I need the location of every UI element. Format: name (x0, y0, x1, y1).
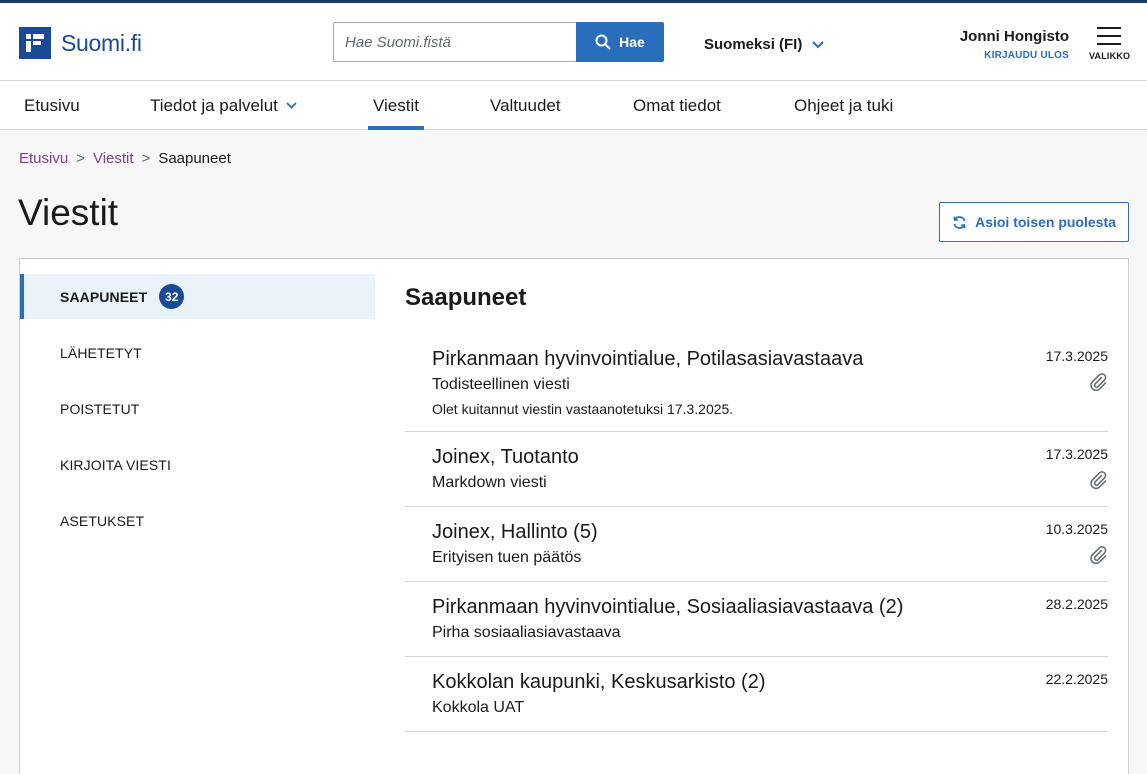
message-subject: Erityisen tuen päätös (432, 549, 582, 566)
sidebar-item-poistetut[interactable]: POISTETUT (20, 386, 375, 431)
message-date: 17.3.2025 (1045, 348, 1108, 364)
hamburger-icon (1097, 27, 1121, 29)
breadcrumb-separator: > (141, 150, 151, 167)
breadcrumb-link-etusivu[interactable]: Etusivu (19, 150, 68, 167)
nav-item-tiedot-ja-palvelut[interactable]: Tiedot ja palvelut (150, 81, 297, 130)
breadcrumb-link-viestit[interactable]: Viestit (93, 150, 134, 167)
nav-item-etusivu[interactable]: Etusivu (24, 81, 80, 130)
message-sender: Pirkanmaan hyvinvointialue, Potilasasiav… (432, 348, 864, 370)
message-item[interactable]: Joinex, Hallinto (5) Erityisen tuen päät… (405, 507, 1108, 582)
message-item[interactable]: Joinex, Tuotanto Markdown viesti 17.3.20… (405, 432, 1108, 507)
sidebar-item-kirjoita-viesti[interactable]: KIRJOITA VIESTI (20, 442, 375, 487)
page-title: Viestit (18, 192, 119, 233)
message-sender: Joinex, Hallinto (5) (432, 521, 598, 543)
messages-sidebar: SAAPUNEET 32 LÄHETETYT POISTETUT KIRJOIT… (20, 274, 375, 554)
breadcrumb-current: Saapuneet (158, 150, 231, 167)
sidebar-item-label: ASETUKSET (60, 512, 145, 529)
chevron-down-icon (812, 40, 825, 48)
message-sender: Pirkanmaan hyvinvointialue, Sosiaaliasia… (432, 596, 904, 618)
message-item[interactable]: Kokkolan kaupunki, Keskusarkisto (2) Kok… (405, 657, 1108, 732)
breadcrumb-separator: > (76, 150, 85, 167)
suomifi-logo[interactable]: Suomi.fi (19, 27, 142, 59)
search-input[interactable] (333, 22, 576, 62)
language-label: Suomeksi (FI) (704, 36, 803, 53)
language-selector[interactable]: Suomeksi (FI) (704, 36, 825, 53)
menu-label: VALIKKO (1089, 51, 1131, 61)
chevron-down-icon (286, 102, 297, 109)
refresh-icon (953, 215, 966, 229)
attachment-icon (1090, 471, 1107, 489)
sidebar-item-asetukset[interactable]: ASETUKSET (20, 498, 375, 543)
logo-text: Suomi.fi (61, 29, 142, 56)
search-form: Hae (333, 22, 664, 62)
message-sender: Joinex, Tuotanto (432, 446, 579, 468)
breadcrumb: Etusivu > Viestit > Saapuneet (19, 150, 231, 167)
message-date: 10.3.2025 (1045, 521, 1108, 537)
nav-item-valtuudet[interactable]: Valtuudet (490, 81, 561, 130)
sidebar-item-label: SAAPUNEET (60, 288, 148, 305)
nav-item-label: Viestit (373, 95, 419, 115)
sidebar-item-lahetetyt[interactable]: LÄHETETYT (20, 330, 375, 375)
sidebar-item-label: KIRJOITA VIESTI (60, 456, 171, 473)
nav-item-viestit[interactable]: Viestit (368, 81, 424, 130)
message-date: 22.2.2025 (1045, 671, 1108, 687)
search-button[interactable]: Hae (576, 22, 664, 62)
suomifi-logo-icon (19, 27, 51, 59)
nav-item-label: Valtuudet (490, 95, 561, 115)
message-subject: Kokkola UAT (432, 699, 525, 716)
unread-count-badge: 32 (159, 284, 185, 309)
act-on-behalf-button[interactable]: Asioi toisen puolesta (939, 202, 1129, 242)
hamburger-icon-line (1097, 43, 1121, 45)
act-on-behalf-label: Asioi toisen puolesta (975, 214, 1116, 230)
sidebar-item-label: LÄHETETYT (60, 344, 142, 361)
message-date: 28.2.2025 (1045, 596, 1108, 612)
hamburger-icon-line (1097, 35, 1121, 37)
user-name: Jonni Hongisto (959, 28, 1069, 45)
message-item[interactable]: Pirkanmaan hyvinvointialue, Potilasasiav… (405, 334, 1108, 432)
message-subject: Todisteellinen viesti (432, 376, 570, 393)
top-header: Suomi.fi Hae Suomeksi (FI) Jonni Hongist… (0, 0, 1147, 81)
menu-button[interactable]: VALIKKO (1089, 27, 1131, 61)
attachment-icon (1090, 546, 1107, 564)
message-receipt-note: Olet kuitannut viestin vastaanotetuksi 1… (432, 401, 734, 417)
nav-item-label: Tiedot ja palvelut (150, 95, 278, 115)
search-icon (595, 34, 611, 50)
nav-item-label: Omat tiedot (633, 95, 721, 115)
nav-item-label: Etusivu (24, 95, 80, 115)
main-nav: Etusivu Tiedot ja palvelut Viestit Valtu… (0, 81, 1147, 130)
inbox-heading: Saapuneet (405, 284, 527, 311)
user-info: Jonni Hongisto KIRJAUDU ULOS (960, 28, 1069, 61)
message-subject: Markdown viesti (432, 474, 547, 491)
message-sender: Kokkolan kaupunki, Keskusarkisto (2) (432, 671, 766, 693)
message-subject: Pirha sosiaaliasiavastaava (432, 624, 621, 641)
nav-item-ohjeet-ja-tuki[interactable]: Ohjeet ja tuki (794, 81, 893, 130)
sidebar-item-saapuneet[interactable]: SAAPUNEET 32 (20, 274, 375, 319)
message-date: 17.3.2025 (1045, 446, 1108, 462)
attachment-icon (1090, 373, 1107, 391)
inbox-content: Saapuneet Pirkanmaan hyvinvointialue, Po… (405, 259, 1108, 732)
nav-item-label: Ohjeet ja tuki (794, 95, 894, 115)
message-item[interactable]: Pirkanmaan hyvinvointialue, Sosiaaliasia… (405, 582, 1108, 657)
sidebar-item-label: POISTETUT (60, 400, 140, 417)
nav-item-omat-tiedot[interactable]: Omat tiedot (633, 81, 721, 130)
search-button-label: Hae (619, 34, 645, 50)
messages-panel: SAAPUNEET 32 LÄHETETYT POISTETUT KIRJOIT… (19, 258, 1129, 774)
logout-link[interactable]: KIRJAUDU ULOS (960, 50, 1069, 61)
